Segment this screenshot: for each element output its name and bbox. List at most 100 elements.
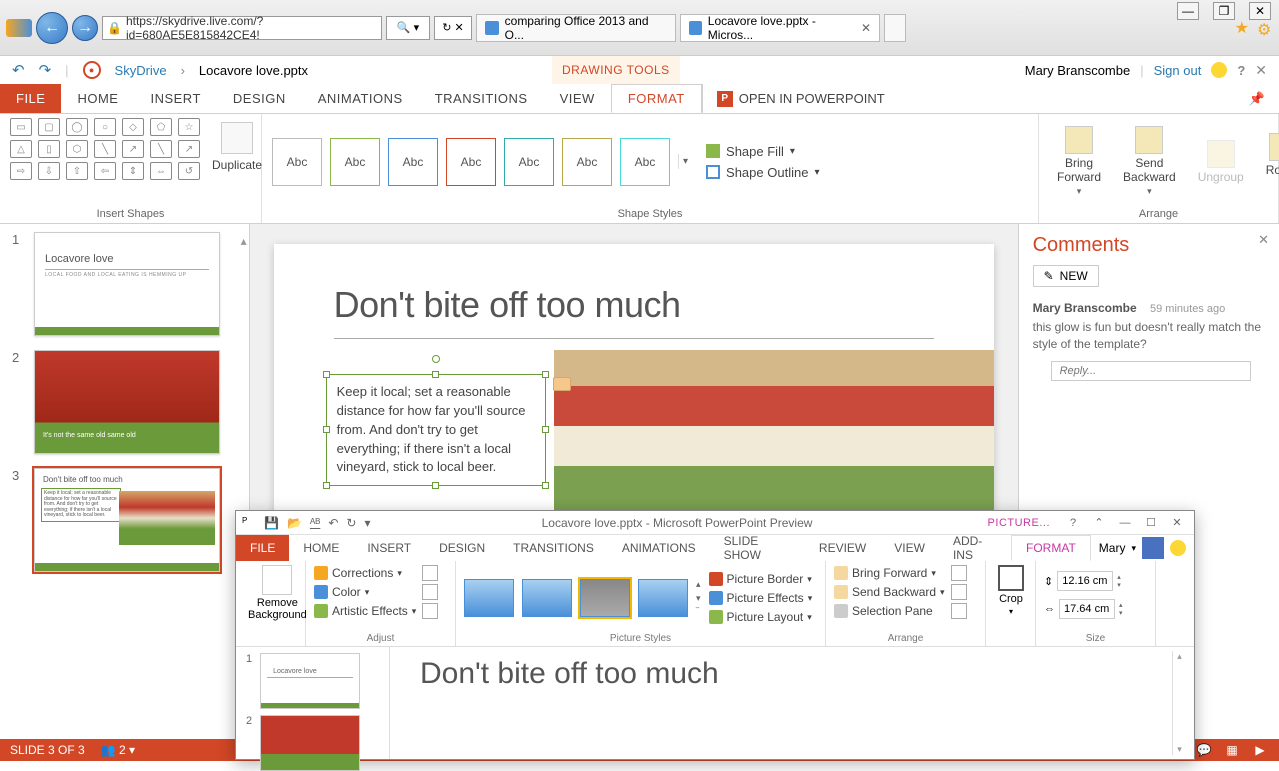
resize-handle[interactable]	[542, 482, 549, 489]
spin-down[interactable]: ▾	[1119, 609, 1123, 617]
scroll-up-icon[interactable]: ▴	[241, 234, 247, 248]
picture-style[interactable]	[522, 579, 572, 617]
spin-up[interactable]: ▴	[1117, 573, 1121, 581]
preview-thumb-2[interactable]: 2	[246, 715, 379, 771]
spin-down[interactable]: ▾	[1117, 581, 1121, 589]
preview-tab-review[interactable]: REVIEW	[805, 535, 880, 561]
authors-count[interactable]: 👥 2 ▾	[101, 743, 135, 757]
feedback-icon[interactable]	[1211, 62, 1227, 78]
normal-view-icon[interactable]: ▦	[1223, 743, 1241, 757]
thumbnail-3[interactable]: 3 Don't bite off too much Keep it local;…	[12, 468, 237, 572]
scroll-down-icon[interactable]: ▾	[1177, 744, 1182, 755]
shape-outline-button[interactable]: Shape Outline▾	[706, 165, 819, 180]
qat-open-icon[interactable]: 📂	[287, 516, 302, 530]
preview-minimize-button[interactable]: —	[1114, 515, 1136, 531]
tab-insert[interactable]: INSERT	[134, 84, 216, 113]
bring-forward-button[interactable]: Bring Forward▾	[834, 565, 945, 581]
resize-handle[interactable]	[542, 371, 549, 378]
group-icon[interactable]	[951, 584, 967, 600]
tab-file[interactable]: FILE	[0, 84, 61, 113]
resize-handle[interactable]	[323, 371, 330, 378]
help-button[interactable]: ?	[1237, 63, 1245, 78]
redo-button[interactable]: ↷	[39, 61, 52, 79]
preview-tab-home[interactable]: HOME	[289, 535, 353, 561]
thumbnail-2[interactable]: 2 It's not the same old same old	[12, 350, 237, 454]
preview-tab-view[interactable]: VIEW	[880, 535, 939, 561]
reply-input[interactable]	[1051, 361, 1251, 381]
height-input[interactable]	[1057, 571, 1113, 591]
scroll-up-icon[interactable]: ▴	[1177, 651, 1182, 662]
color-button[interactable]: Color▾	[314, 584, 416, 600]
resize-handle[interactable]	[542, 426, 549, 433]
picture-layout-button[interactable]: Picture Layout▾	[709, 609, 813, 625]
qat-undo-icon[interactable]: ↶	[328, 516, 338, 530]
change-picture-icon[interactable]	[422, 584, 438, 600]
selection-pane-button[interactable]: Selection Pane	[834, 603, 945, 619]
picture-border-button[interactable]: Picture Border▾	[709, 571, 813, 587]
resize-handle[interactable]	[432, 482, 439, 489]
preview-maximize-button[interactable]: ☐	[1140, 515, 1162, 531]
picture-style-more[interactable]: ▴▾‾	[696, 579, 701, 617]
settings-icon[interactable]: ⚙	[1257, 20, 1273, 36]
back-button[interactable]: ←	[36, 12, 68, 44]
feedback-icon[interactable]	[1170, 540, 1186, 556]
sign-out-link[interactable]: Sign out	[1154, 63, 1202, 78]
send-backward-button[interactable]: Send Backward▾	[834, 584, 945, 600]
new-tab-button[interactable]	[884, 14, 906, 42]
spin-up[interactable]: ▴	[1119, 601, 1123, 609]
close-comments-button[interactable]: ✕	[1258, 232, 1269, 248]
resize-handle[interactable]	[323, 426, 330, 433]
align-icon[interactable]	[951, 565, 967, 581]
browser-tab-1[interactable]: comparing Office 2013 and O...	[476, 14, 676, 42]
send-backward-button[interactable]: Send Backward▾	[1115, 126, 1184, 197]
comments-view-icon[interactable]: 💬	[1195, 743, 1213, 757]
minimize-button[interactable]: —	[1177, 2, 1199, 20]
preview-collapse-button[interactable]: ⌃	[1088, 515, 1110, 531]
width-input[interactable]	[1059, 599, 1115, 619]
compress-icon[interactable]	[422, 565, 438, 581]
shape-style-gallery[interactable]: Abc Abc Abc Abc Abc Abc Abc ▾	[272, 138, 692, 186]
slideshow-view-icon[interactable]: ▶	[1251, 743, 1269, 757]
tab-view[interactable]: VIEW	[544, 84, 611, 113]
preview-tab-animations[interactable]: ANIMATIONS	[608, 535, 710, 561]
undo-button[interactable]: ↶	[12, 61, 25, 79]
search-button[interactable]: 🔍 ▾	[386, 16, 430, 40]
restore-button[interactable]: ❐	[1213, 2, 1235, 20]
preview-tab-file[interactable]: FILE	[236, 535, 289, 561]
new-comment-button[interactable]: ✎ NEW	[1033, 265, 1099, 287]
refresh-stop[interactable]: ↻✕	[434, 16, 472, 40]
ungroup-button[interactable]: Ungroup	[1190, 140, 1252, 184]
tab-home[interactable]: HOME	[61, 84, 134, 113]
rotate-icon[interactable]	[951, 603, 967, 619]
close-webapp-button[interactable]: ✕	[1255, 62, 1267, 79]
comment-marker-icon[interactable]	[553, 377, 571, 391]
preview-titlebar[interactable]: P 💾 📂 ᴬᴮ ↶ ↻ ▾ Locavore love.pptx - Micr…	[236, 511, 1194, 535]
browser-tab-2[interactable]: Locavore love.pptx - Micros... ✕	[680, 14, 880, 42]
picture-style[interactable]	[580, 579, 630, 617]
remove-background-button[interactable]: Remove Background	[244, 565, 311, 621]
thumbnail-1[interactable]: 1 Locavore love LOCAL FOOD AND LOCAL EAT…	[12, 232, 237, 336]
selected-textbox[interactable]: Keep it local; set a reasonable distance…	[326, 374, 546, 486]
address-bar[interactable]: 🔒 https://skydrive.live.com/?id=680AE5E8…	[102, 16, 382, 40]
preview-help-button[interactable]: ?	[1062, 515, 1084, 531]
open-in-powerpoint[interactable]: P OPEN IN POWERPOINT	[702, 84, 899, 113]
favorites-icon[interactable]: ★	[1235, 18, 1249, 38]
slide-counter[interactable]: SLIDE 3 OF 3	[10, 743, 85, 757]
picture-style[interactable]	[464, 579, 514, 617]
preview-tab-design[interactable]: DESIGN	[425, 535, 499, 561]
qat-spellcheck-icon[interactable]: ᴬᴮ	[310, 516, 320, 530]
crop-button[interactable]: Crop▾	[994, 565, 1028, 616]
picture-effects-button[interactable]: Picture Effects▾	[709, 590, 813, 606]
preview-canvas[interactable]: Don't bite off too much ▴▾	[390, 647, 1194, 759]
corrections-button[interactable]: Corrections▾	[314, 565, 416, 581]
qat-more-icon[interactable]: ▾	[364, 516, 370, 530]
picture-style[interactable]	[638, 579, 688, 617]
preview-close-button[interactable]: ✕	[1166, 515, 1188, 531]
artistic-effects-button[interactable]: Artistic Effects▾	[314, 603, 416, 619]
duplicate-button[interactable]: Duplicate	[206, 118, 268, 176]
skydrive-link[interactable]: SkyDrive	[115, 63, 167, 78]
preview-thumb-1[interactable]: 1 Locavore love	[246, 653, 379, 709]
resize-handle[interactable]	[432, 371, 439, 378]
preview-user-name[interactable]: Mary	[1099, 541, 1126, 555]
style-more-button[interactable]: ▾	[678, 154, 692, 169]
